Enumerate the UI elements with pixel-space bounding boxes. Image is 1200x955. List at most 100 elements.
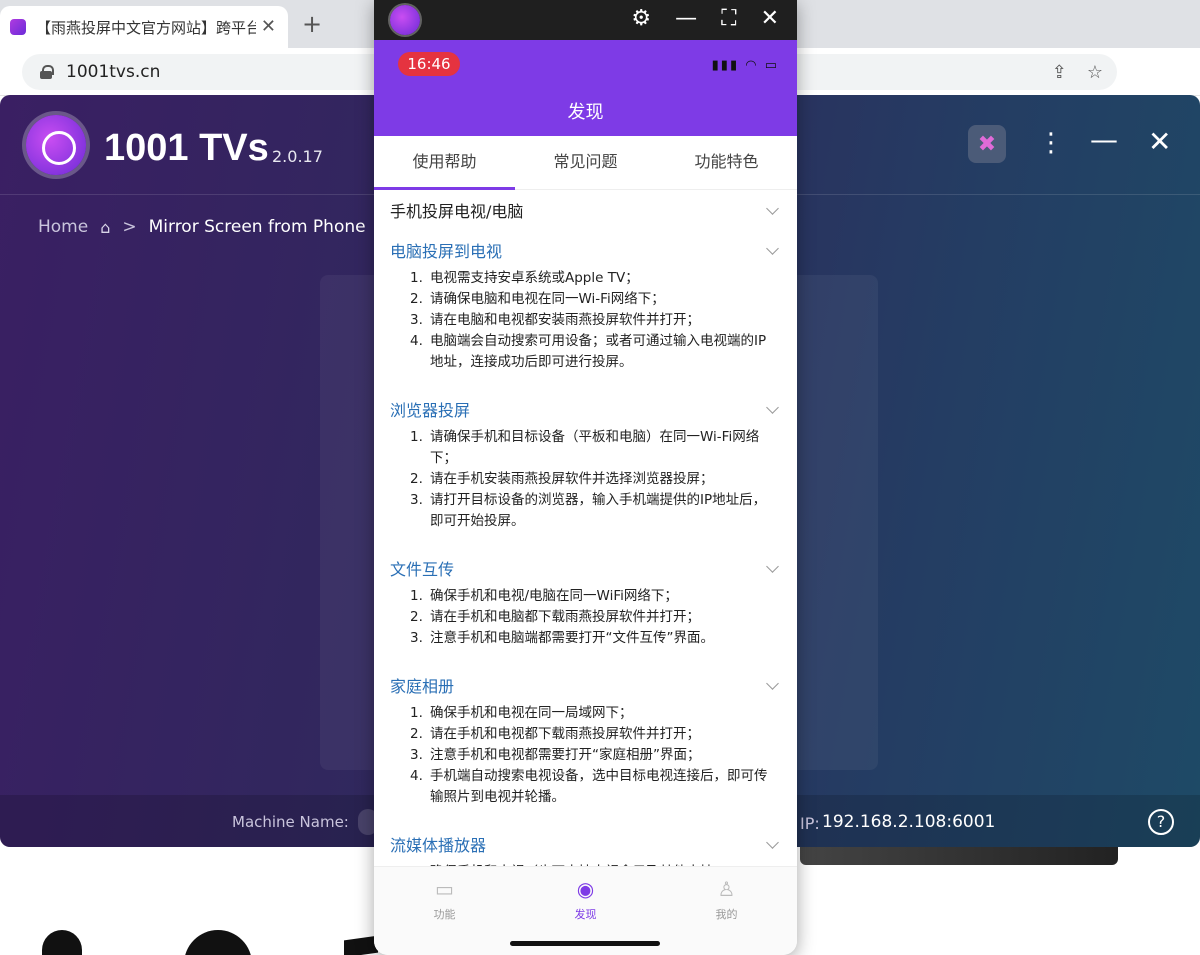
chevron-down-icon[interactable] <box>766 559 779 573</box>
section-header[interactable]: 手机投屏电视/电脑 <box>390 190 781 228</box>
home-indicator[interactable] <box>510 941 660 946</box>
list-number: 2. <box>410 726 423 742</box>
compass-icon: ◉ <box>576 877 595 901</box>
tools-icon[interactable]: ✖ <box>968 125 1006 163</box>
tab-help[interactable]: 使用帮助 <box>374 136 515 190</box>
list-number: 3. <box>410 312 423 328</box>
list-number: 2. <box>410 291 423 307</box>
list-item: 3. 请在电脑和电视都安装雨燕投屏软件并打开； <box>410 310 781 331</box>
list-item: 3. 注意手机和电脑端都需要打开“文件互传”界面。 <box>410 628 781 649</box>
ios-icon[interactable] <box>184 930 252 955</box>
lock-icon[interactable] <box>40 65 54 79</box>
list-text: 请在手机和电视都下载雨燕投屏软件并打开； <box>430 726 700 742</box>
section-title: 电脑投屏到电视 <box>390 242 503 261</box>
chevron-down-icon[interactable] <box>766 201 779 215</box>
person-icon: ♙ <box>717 877 736 901</box>
nav-item-mine[interactable]: ♙ 我的 <box>656 867 797 955</box>
list-text: 请在手机和电脑都下载雨燕投屏软件并打开； <box>430 609 700 625</box>
list-number: 2. <box>410 471 423 487</box>
section-title: 手机投屏电视/电脑 <box>390 202 524 221</box>
breadcrumb-home[interactable]: Home <box>38 217 88 237</box>
home-icon[interactable]: ⌂ <box>100 218 110 237</box>
settings-icon[interactable]: ⚙ <box>631 4 651 34</box>
machine-name-label: Machine Name: <box>232 813 349 831</box>
list-text: 请在电脑和电视都安装雨燕投屏软件并打开； <box>430 312 700 328</box>
phone-app-logo-icon <box>390 5 420 35</box>
nav-label: 发现 <box>574 908 597 921</box>
android-icon[interactable] <box>42 930 82 955</box>
nav-label: 功能 <box>433 908 456 921</box>
list-item: 2. 请在手机和电脑都下载雨燕投屏软件并打开； <box>410 607 781 628</box>
list-text: 确保手机和电视/电脑在同一WiFi网络下； <box>430 588 678 604</box>
list-number: 1. <box>410 270 423 286</box>
star-icon[interactable]: ☆ <box>1087 62 1103 83</box>
section-title: 浏览器投屏 <box>390 401 471 420</box>
url-text[interactable]: 1001tvs.cn <box>66 62 160 82</box>
list-item: 1. 电视需支持安卓系统或Apple TV； <box>410 268 781 289</box>
tab-close-icon[interactable]: ✕ <box>261 16 276 37</box>
list-text: 请在手机安装雨燕投屏软件并选择浏览器投屏； <box>430 471 714 487</box>
help-section: 浏览器投屏 1. 请确保手机和目标设备（平板和电脑）在同一Wi-Fi网络下； 2. 请在… <box>374 389 797 548</box>
list-item: 4. 电脑端会自动搜索可用设备；或者可通过输入电视端的IP地址，连接成功后即可进行… <box>410 331 781 373</box>
section-header[interactable]: 文件互传 <box>390 548 781 586</box>
list-text: 注意手机和电视都需要打开“家庭相册”界面； <box>430 747 701 763</box>
close-icon[interactable]: ✕ <box>1148 125 1171 158</box>
tab-features[interactable]: 功能特色 <box>656 136 797 189</box>
breadcrumb-separator: > <box>122 217 137 237</box>
section-header[interactable]: 流媒体播放器 <box>390 824 781 862</box>
app-title: 1001 TVs <box>104 127 269 169</box>
section-header[interactable]: 家庭相册 <box>390 665 781 703</box>
nav-item-features[interactable]: ▭ 功能 <box>374 867 515 955</box>
list-number: 1. <box>410 705 423 721</box>
section-header[interactable]: 电脑投屏到电视 <box>390 230 781 268</box>
list-item: 1. 确保手机和电视/电脑在同一WiFi网络下； <box>410 586 781 607</box>
list-text: 请打开目标设备的浏览器，输入手机端提供的IP地址后，即可开始投屏。 <box>430 492 767 529</box>
list-item: 1. 确保手机和电视在同一局域网下； <box>410 703 781 724</box>
help-section: 手机投屏电视/电脑 <box>374 190 797 228</box>
tab-title: 【雨燕投屏中文官方网站】跨平台 <box>36 18 256 37</box>
step-list: 1. 请确保手机和目标设备（平板和电脑）在同一Wi-Fi网络下； 2. 请在手机安装雨… <box>390 427 781 548</box>
help-section: 文件互传 1. 确保手机和电视/电脑在同一WiFi网络下； 2. 请在手机和电脑都下载雨… <box>374 548 797 665</box>
browser-tab[interactable]: 【雨燕投屏中文官方网站】跨平台 ✕ <box>0 6 288 48</box>
list-number: 3. <box>410 747 423 763</box>
cast-icon: ▭ <box>435 877 454 901</box>
tab-faq[interactable]: 常见问题 <box>515 136 656 189</box>
new-tab-button[interactable]: + <box>302 12 322 36</box>
chevron-down-icon[interactable] <box>766 241 779 255</box>
list-text: 请确保电脑和电视在同一Wi-Fi网络下； <box>430 291 665 307</box>
list-item: 2. 请确保电脑和电视在同一Wi-Fi网络下； <box>410 289 781 310</box>
list-text: 请确保手机和目标设备（平板和电脑）在同一Wi-Fi网络下； <box>430 429 760 466</box>
list-item: 4. 手机端自动搜索电视设备，选中目标电视连接后，即可传输照片到电视并轮播。 <box>410 766 781 808</box>
breadcrumb: Home ⌂ > Mirror Screen from Phone <box>38 217 366 237</box>
list-number: 3. <box>410 630 423 646</box>
help-content[interactable]: 手机投屏电视/电脑 电脑投屏到电视 1. 电视需支持安卓系统或Apple TV； 2. 请… <box>374 190 797 866</box>
chevron-down-icon[interactable] <box>766 400 779 414</box>
help-section: 电脑投屏到电视 1. 电视需支持安卓系统或Apple TV； 2. 请确保电脑和电视在同… <box>374 230 797 389</box>
list-number: 1. <box>410 588 423 604</box>
section-title: 家庭相册 <box>390 677 455 696</box>
chevron-down-icon[interactable] <box>766 676 779 690</box>
page-title: 发现 <box>374 90 797 136</box>
fullscreen-icon[interactable]: ⛶ <box>721 4 736 34</box>
list-number: 4. <box>410 333 423 349</box>
list-item: 3. 注意手机和电视都需要打开“家庭相册”界面； <box>410 745 781 766</box>
list-number: 3. <box>410 492 423 508</box>
phone-minimize-icon[interactable]: — <box>675 4 697 34</box>
ip-value: 192.168.2.108:6001 <box>822 812 996 832</box>
tab-bar: 使用帮助 常见问题 功能特色 <box>374 136 797 190</box>
list-number: 1. <box>410 429 423 445</box>
list-text: 注意手机和电脑端都需要打开“文件互传”界面。 <box>430 630 714 646</box>
help-button[interactable]: ? <box>1148 809 1174 835</box>
phone-titlebar: ⚙ — ⛶ ✕ <box>374 0 797 40</box>
share-icon[interactable]: ⇪ <box>1052 62 1067 83</box>
section-header[interactable]: 浏览器投屏 <box>390 389 781 427</box>
step-list: 1. 确保手机和电视/电脑在同一WiFi网络下； 2. 请在手机和电脑都下载雨燕投屏软… <box>390 586 781 665</box>
list-number: 4. <box>410 768 423 784</box>
list-text: 确保手机和电视在同一局域网下； <box>430 705 633 721</box>
chevron-down-icon[interactable] <box>766 835 779 849</box>
windows-icon[interactable] <box>344 935 378 955</box>
more-icon[interactable]: ⋮ <box>1038 128 1064 158</box>
phone-close-icon[interactable]: ✕ <box>761 4 779 34</box>
status-time: 16:46 <box>398 52 460 76</box>
minimize-icon[interactable]: — <box>1090 123 1118 156</box>
